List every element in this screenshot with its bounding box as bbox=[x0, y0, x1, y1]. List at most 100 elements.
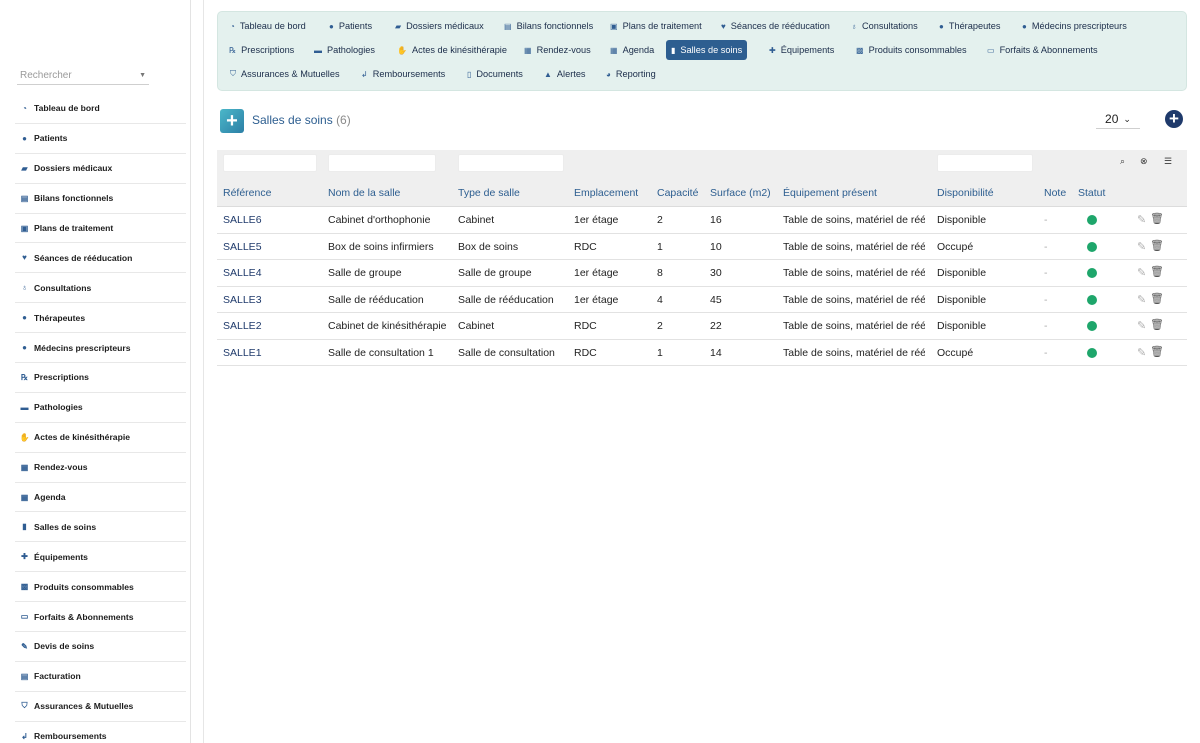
reference-link[interactable]: SALLE3 bbox=[223, 294, 323, 306]
top-menu-item[interactable]: ● Patients bbox=[324, 16, 377, 36]
per-page-select[interactable]: 20 ⌄ bbox=[1096, 110, 1140, 129]
top-menu-item[interactable]: ⛉ Assurances & Mutuelles bbox=[225, 64, 345, 84]
sidebar-item[interactable]: ↲ Remboursements bbox=[15, 722, 186, 743]
top-menu-label: Dossiers médicaux bbox=[406, 21, 484, 31]
top-menu-item[interactable]: ✋ Actes de kinésithérapie bbox=[392, 40, 512, 60]
top-menu-item[interactable]: ▦ Agenda bbox=[605, 40, 659, 60]
top-menu-item[interactable]: ↲ Remboursements bbox=[356, 64, 450, 84]
sidebar-item[interactable]: ✚ Équipements bbox=[15, 542, 186, 573]
filter-nom-input[interactable] bbox=[328, 154, 436, 172]
sidebar-item[interactable]: ℞ Prescriptions bbox=[15, 363, 186, 393]
cell-dispo: Occupé bbox=[937, 240, 974, 253]
top-menu-item[interactable]: ▩ Produits consommables bbox=[851, 40, 972, 60]
trash-icon[interactable]: 🗑 bbox=[1150, 239, 1164, 252]
top-menu-item[interactable]: ● Médecins prescripteurs bbox=[1017, 16, 1132, 36]
sidebar-item[interactable]: ✋ Actes de kinésithérapie bbox=[15, 423, 186, 453]
column-header[interactable]: Emplacement bbox=[574, 187, 642, 199]
top-menu-item[interactable]: ♥ Séances de rééducation bbox=[716, 16, 835, 36]
add-button[interactable]: + bbox=[1165, 110, 1183, 128]
reference-link[interactable]: SALLE4 bbox=[223, 267, 323, 279]
trash-icon[interactable]: 🗑 bbox=[1150, 212, 1164, 225]
top-menu-item[interactable]: ◔ Tableau de bord bbox=[225, 16, 311, 36]
top-menu-item[interactable]: ▦ Rendez-vous bbox=[519, 40, 596, 60]
column-header[interactable]: Statut bbox=[1078, 187, 1118, 199]
column-header[interactable]: Type de salle bbox=[458, 187, 573, 199]
sidebar-item[interactable]: ▬ Pathologies bbox=[15, 393, 186, 423]
pencil-icon[interactable]: ✎ bbox=[1137, 319, 1146, 332]
folder-open-icon: ▰ bbox=[21, 163, 28, 173]
sidebar-item[interactable]: ● Médecins prescripteurs bbox=[15, 333, 186, 364]
pencil-icon[interactable]: ✎ bbox=[1137, 293, 1146, 306]
sidebar-item[interactable]: ♥ Séances de rééducation bbox=[15, 243, 186, 274]
column-header[interactable]: Note bbox=[1044, 187, 1074, 199]
cell-type: Cabinet bbox=[458, 214, 495, 226]
pencil-icon[interactable]: ✎ bbox=[1137, 240, 1146, 253]
sidebar-item[interactable]: ♁ Consultations bbox=[15, 273, 186, 304]
list-view-icon[interactable]: ☰ bbox=[1164, 156, 1172, 167]
dashboard-icon: ◔ bbox=[22, 103, 27, 113]
sidebar-item[interactable]: ⛉ Assurances & Mutuelles bbox=[15, 692, 186, 722]
top-menu-item[interactable]: ♁ Consultations bbox=[846, 16, 923, 36]
cell-capacite: 1 bbox=[657, 240, 663, 253]
trash-icon[interactable]: 🗑 bbox=[1150, 292, 1164, 305]
top-menu-item[interactable]: ✚ Équipements bbox=[764, 40, 839, 60]
top-menu-item[interactable]: ▰ Dossiers médicaux bbox=[390, 16, 489, 36]
cell-nom: Box de soins infirmiers bbox=[328, 240, 434, 253]
search-icon[interactable]: ⌕ bbox=[1120, 156, 1125, 167]
reference-link[interactable]: SALLE1 bbox=[223, 347, 323, 359]
pencil-icon[interactable]: ✎ bbox=[1137, 346, 1146, 359]
filter-type-input[interactable] bbox=[458, 154, 564, 172]
cell-dispo: Disponible bbox=[937, 214, 987, 226]
record-count: (6) bbox=[336, 113, 351, 127]
top-menu-item[interactable]: ▬ Pathologies bbox=[309, 40, 380, 60]
reference-link[interactable]: SALLE2 bbox=[223, 320, 323, 332]
filter-disponibilite-input[interactable] bbox=[937, 154, 1033, 172]
cell-capacite: 2 bbox=[657, 320, 663, 332]
sidebar-item-label: Remboursements bbox=[34, 731, 107, 742]
sidebar-item[interactable]: ● Patients bbox=[15, 124, 186, 154]
column-header[interactable]: Capacité bbox=[657, 187, 707, 199]
top-menu-item[interactable]: ▯ Documents bbox=[462, 64, 528, 84]
reference-link[interactable]: SALLE5 bbox=[223, 241, 323, 253]
sidebar-item[interactable]: ▤ Bilans fonctionnels bbox=[15, 184, 186, 214]
column-header[interactable]: Disponibilité bbox=[937, 187, 1037, 199]
sidebar-item[interactable]: ● Thérapeutes bbox=[15, 303, 186, 334]
sidebar-item-label: Tableau de bord bbox=[34, 103, 100, 114]
column-header[interactable]: Surface (m2) bbox=[710, 187, 778, 199]
sidebar-item[interactable]: ▦ Rendez-vous bbox=[15, 453, 186, 483]
top-menu-item[interactable]: ◕ Reporting bbox=[601, 64, 661, 84]
sidebar-item[interactable]: ✎ Devis de soins bbox=[15, 632, 186, 662]
top-menu-item[interactable]: ▤ Bilans fonctionnels bbox=[499, 16, 598, 36]
trash-icon[interactable]: 🗑 bbox=[1150, 318, 1164, 331]
sidebar-item[interactable]: ▮ Salles de soins bbox=[15, 512, 186, 543]
clipboard-icon: ▤ bbox=[20, 193, 29, 203]
top-menu-item[interactable]: ▭ Forfaits & Abonnements bbox=[982, 40, 1103, 60]
sidebar-item[interactable]: ▰ Dossiers médicaux bbox=[15, 154, 186, 184]
heartbeat-icon: ♥ bbox=[22, 253, 27, 263]
sidebar-item[interactable]: ▩ Produits consommables bbox=[15, 572, 186, 603]
column-header[interactable]: Référence bbox=[223, 187, 323, 199]
top-menu-item[interactable]: ▲ Alertes bbox=[539, 64, 591, 84]
top-menu-item[interactable]: ℞ Prescriptions bbox=[224, 40, 299, 60]
sidebar-item[interactable]: ▭ Forfaits & Abonnements bbox=[15, 602, 186, 633]
top-menu-item[interactable]: ▣ Plans de traitement bbox=[605, 16, 707, 36]
cell-nom: Cabinet d'orthophonie bbox=[328, 214, 431, 226]
sidebar-item[interactable]: ◔ Tableau de bord bbox=[15, 94, 186, 124]
column-header[interactable]: Équipement présent bbox=[783, 187, 929, 199]
pencil-icon[interactable]: ✎ bbox=[1137, 266, 1146, 279]
filter-reference-input[interactable] bbox=[223, 154, 317, 172]
top-menu-item[interactable]: ● Thérapeutes bbox=[934, 16, 1005, 36]
column-header[interactable]: Nom de la salle bbox=[328, 187, 453, 199]
search-select[interactable]: Rechercher ▼ bbox=[17, 67, 149, 85]
top-menu-item[interactable]: ▮ Salles de soins bbox=[666, 40, 748, 60]
trash-icon[interactable]: 🗑 bbox=[1150, 265, 1164, 278]
sidebar-item[interactable]: ▦ Agenda bbox=[15, 483, 186, 513]
shield-icon: ⛉ bbox=[230, 69, 236, 78]
sidebar-item[interactable]: ▤ Facturation bbox=[15, 662, 186, 692]
cell-surface: 14 bbox=[710, 346, 722, 359]
sidebar-item[interactable]: ▣ Plans de traitement bbox=[15, 214, 186, 244]
clear-filter-icon[interactable]: ⊗ bbox=[1140, 156, 1148, 167]
trash-icon[interactable]: 🗑 bbox=[1150, 345, 1164, 358]
pencil-icon[interactable]: ✎ bbox=[1137, 213, 1146, 226]
reference-link[interactable]: SALLE6 bbox=[223, 214, 323, 226]
